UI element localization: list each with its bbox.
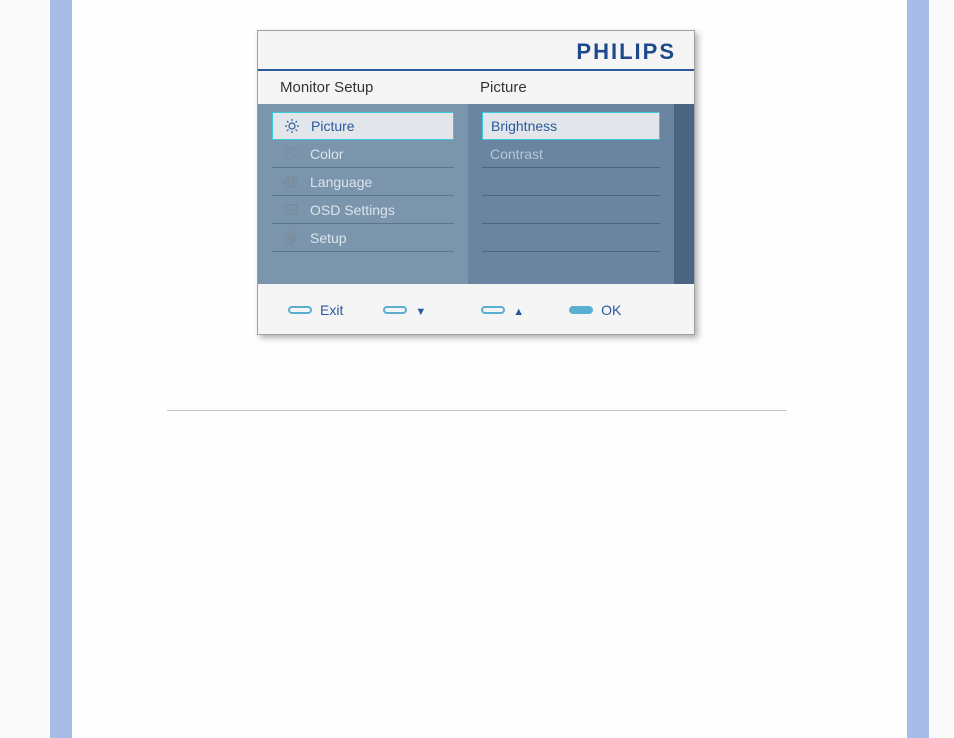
- menu-item-color[interactable]: Color: [272, 140, 454, 168]
- up-button[interactable]: [481, 302, 524, 318]
- main-menu-title: Monitor Setup: [258, 79, 468, 96]
- exit-button[interactable]: Exit: [288, 302, 343, 318]
- menu-item-language[interactable]: Language: [272, 168, 454, 196]
- sub-menu-title: Picture: [468, 79, 527, 96]
- brand-logo: PHILIPS: [258, 39, 694, 65]
- menu-item-label: Picture: [311, 118, 355, 134]
- sub-item-empty: [482, 196, 660, 224]
- menu-item-label: OSD Settings: [310, 202, 395, 218]
- sub-item-empty: [482, 224, 660, 252]
- pill-icon: [288, 306, 312, 314]
- screen-icon: [280, 201, 302, 219]
- osd-footer: Exit OK: [258, 284, 694, 334]
- scrollbar-dark-edge: [674, 104, 694, 284]
- sub-item-brightness[interactable]: Brightness: [482, 112, 660, 140]
- menu-item-setup[interactable]: Setup: [272, 224, 454, 252]
- sub-item-label: Contrast: [490, 146, 543, 162]
- palette-icon: [280, 145, 302, 163]
- content-area: PHILIPS Monitor Setup Picture Picture: [72, 0, 907, 738]
- osd-header: PHILIPS: [258, 31, 694, 69]
- decorative-bar-right: [907, 0, 929, 738]
- sub-item-label: Brightness: [491, 118, 557, 134]
- menu-item-label: Setup: [310, 230, 347, 246]
- sub-menu-column: Brightness Contrast: [468, 104, 694, 284]
- gear-icon: [280, 229, 302, 247]
- globe-icon: [280, 173, 302, 191]
- ok-label: OK: [601, 302, 621, 318]
- down-button[interactable]: [383, 302, 426, 318]
- osd-title-row: Monitor Setup Picture: [258, 69, 694, 104]
- osd-panel: PHILIPS Monitor Setup Picture Picture: [257, 30, 695, 335]
- menu-item-label: Color: [310, 146, 343, 162]
- main-menu-column: Picture Color Language: [258, 104, 468, 284]
- pill-icon: [481, 306, 505, 314]
- ok-button[interactable]: OK: [569, 302, 621, 318]
- chevron-up-icon: [513, 302, 524, 318]
- decorative-bar-left: [50, 0, 72, 738]
- osd-body: Picture Color Language: [258, 104, 694, 284]
- exit-label: Exit: [320, 302, 343, 318]
- pill-icon-filled: [569, 306, 593, 314]
- page-container: PHILIPS Monitor Setup Picture Picture: [0, 0, 954, 738]
- sub-item-empty: [482, 168, 660, 196]
- horizontal-divider: [167, 410, 787, 411]
- pill-icon: [383, 306, 407, 314]
- menu-item-label: Language: [310, 174, 372, 190]
- menu-item-osd-settings[interactable]: OSD Settings: [272, 196, 454, 224]
- chevron-down-icon: [415, 302, 426, 318]
- menu-item-picture[interactable]: Picture: [272, 112, 454, 140]
- sun-icon: [281, 117, 303, 135]
- sub-item-contrast[interactable]: Contrast: [482, 140, 660, 168]
